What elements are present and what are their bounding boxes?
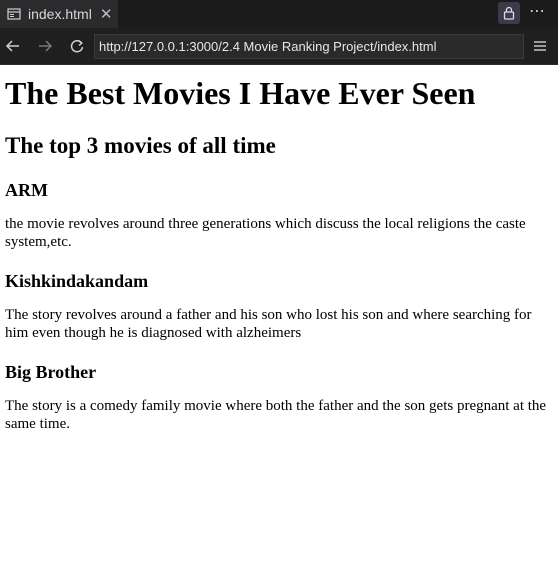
- lock-icon[interactable]: [498, 2, 520, 24]
- forward-icon[interactable]: [35, 36, 55, 56]
- tab-title: index.html: [28, 6, 92, 22]
- more-options-icon[interactable]: ⋯: [528, 3, 546, 23]
- tab-bar: index.html ✕ ⋯: [0, 0, 558, 28]
- page-title: The Best Movies I Have Ever Seen: [5, 75, 476, 111]
- movie-title: Big Brother: [5, 362, 97, 382]
- tab-index-html[interactable]: index.html ✕: [0, 0, 118, 28]
- reload-icon[interactable]: [67, 36, 87, 56]
- page-icon: [7, 7, 21, 21]
- menu-icon[interactable]: [532, 38, 548, 54]
- back-icon[interactable]: [3, 36, 23, 56]
- page-subtitle: The top 3 movies of all time: [5, 133, 276, 158]
- close-tab-icon[interactable]: ✕: [100, 7, 113, 22]
- address-bar[interactable]: http://127.0.0.1:3000/2.4 Movie Ranking …: [94, 34, 524, 59]
- movie-description: The story is a comedy family movie where…: [5, 398, 547, 432]
- navigation-bar: http://127.0.0.1:3000/2.4 Movie Ranking …: [0, 28, 558, 65]
- movie-item: Kishkindakandam The story revolves aroun…: [5, 270, 553, 342]
- page-content: The Best Movies I Have Ever Seen The top…: [5, 66, 553, 433]
- movie-item: ARM the movie revolves around three gene…: [5, 179, 553, 251]
- movie-title: Kishkindakandam: [5, 271, 149, 291]
- movie-title: ARM: [5, 180, 48, 200]
- movie-description: The story revolves around a father and h…: [5, 307, 532, 341]
- movie-item: Big Brother The story is a comedy family…: [5, 361, 553, 433]
- movie-description: the movie revolves around three generati…: [5, 216, 526, 250]
